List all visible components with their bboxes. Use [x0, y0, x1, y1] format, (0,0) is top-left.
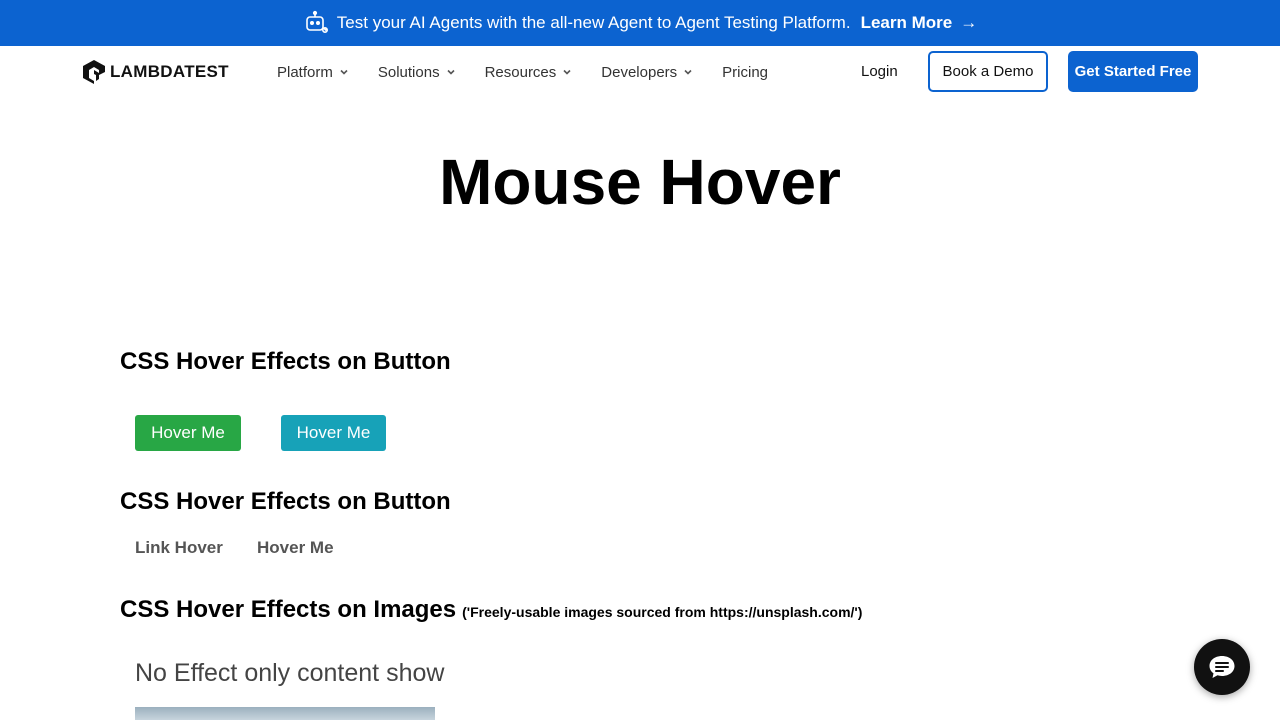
sample-image[interactable] — [135, 707, 435, 720]
get-started-button[interactable]: Get Started Free — [1068, 51, 1198, 92]
chevron-down-icon — [340, 69, 348, 75]
nav-item-label: Resources — [484, 63, 557, 81]
hover-me-green-button[interactable]: Hover Me — [135, 415, 241, 451]
image-caption: No Effect only content show — [135, 659, 445, 687]
link-hover-link[interactable]: Link Hover — [135, 538, 223, 558]
book-demo-button[interactable]: Book a Demo — [928, 51, 1048, 92]
chat-icon — [1209, 656, 1235, 678]
nav-item-label: Solutions — [377, 63, 440, 81]
main-navigation: LAMBDATEST Platform Solutions Resources … — [0, 46, 1280, 98]
hover-me-link[interactable]: Hover Me — [257, 538, 334, 558]
nav-item-label: Pricing — [722, 63, 769, 81]
page-title: Mouse Hover — [439, 146, 841, 218]
hover-me-teal-button[interactable]: Hover Me — [281, 415, 386, 451]
chevron-down-icon — [563, 69, 571, 75]
nav-menu: Platform Solutions Resources Developers … — [277, 46, 797, 98]
chevron-down-icon — [447, 69, 455, 75]
arrow-right-icon[interactable]: → — [960, 13, 977, 33]
lambdatest-logo[interactable]: LAMBDATEST — [82, 59, 229, 85]
robot-icon — [303, 10, 329, 36]
learn-more-link[interactable]: Learn More — [861, 13, 953, 33]
section-title-button-effects: CSS Hover Effects on Button — [120, 348, 451, 375]
chevron-down-icon — [684, 69, 692, 75]
nav-item-label: Developers — [601, 63, 678, 81]
section-title-link-effects: CSS Hover Effects on Button — [120, 488, 451, 515]
nav-item-pricing[interactable]: Pricing — [722, 64, 768, 81]
lambdatest-logo-icon — [83, 60, 105, 84]
nav-item-resources[interactable]: Resources — [485, 64, 573, 81]
nav-item-platform[interactable]: Platform — [277, 64, 349, 81]
image-source-note: ('Freely-usable images sourced from http… — [462, 604, 863, 620]
section-title-image-effects: CSS Hover Effects on Images ('Freely-usab… — [120, 596, 862, 624]
image-effects-title-text: CSS Hover Effects on Images — [120, 596, 457, 623]
nav-item-solutions[interactable]: Solutions — [378, 64, 456, 81]
chat-widget-button[interactable] — [1194, 639, 1250, 695]
logo-text: LAMBDATEST — [110, 62, 229, 81]
banner-message: Test your AI Agents with the all-new Age… — [336, 13, 851, 32]
login-link[interactable]: Login — [861, 63, 898, 80]
promo-banner: Test your AI Agents with the all-new Age… — [0, 0, 1280, 46]
nav-item-developers[interactable]: Developers — [601, 64, 693, 81]
nav-item-label: Platform — [277, 63, 333, 81]
